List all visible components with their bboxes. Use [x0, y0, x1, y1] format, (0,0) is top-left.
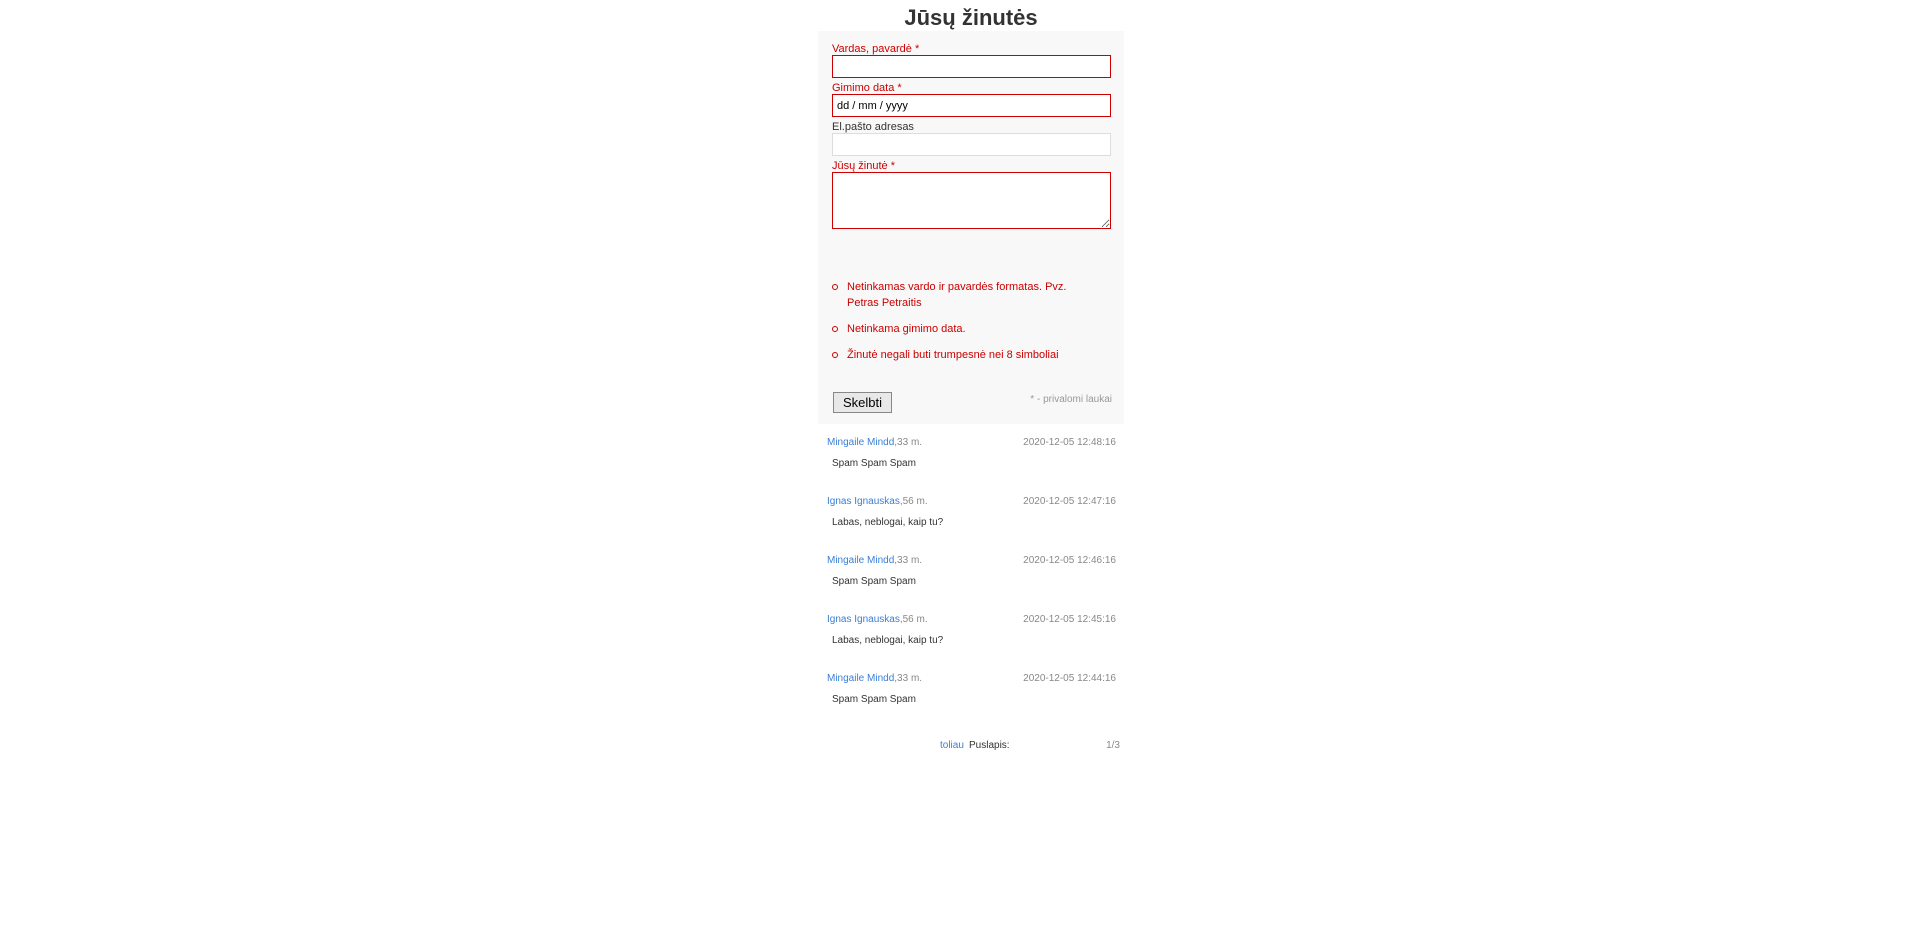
name-input[interactable] [832, 55, 1111, 78]
error-text: Žinutė negali buti trumpesnė nei 8 simbo… [847, 349, 1059, 361]
author-age: ,33 m. [894, 437, 923, 448]
birth-date-label: Gimimo data * [832, 82, 902, 94]
message-item: Ignas Ignauskas,56 m. 2020-12-05 12:45:1… [818, 613, 1124, 672]
page-number: 1/3 [1106, 740, 1120, 751]
author-name-link[interactable]: Mingaile Mindd [827, 555, 894, 566]
message-author: Ignas Ignauskas,56 m. [827, 613, 928, 627]
message-author: Mingaile Mindd,33 m. [827, 436, 922, 450]
message-date: 2020-12-05 12:44:16 [1023, 673, 1116, 684]
submit-button[interactable]: Skelbti [833, 392, 892, 413]
message-text: Spam Spam Spam [832, 458, 916, 469]
message-text: Spam Spam Spam [832, 694, 916, 705]
message-author: Ignas Ignauskas,56 m. [827, 495, 928, 509]
error-item: Netinkamas vardo ir pavardės formatas. P… [832, 279, 1092, 311]
page-title: Jūsų žinutės [904, 5, 1038, 30]
required-fields-note: * - privalomi laukai [1030, 394, 1112, 405]
message-item: Mingaile Mindd,33 m. 2020-12-05 12:46:16… [818, 554, 1124, 613]
author-age: ,56 m. [899, 614, 928, 625]
message-date: 2020-12-05 12:46:16 [1023, 555, 1116, 566]
message-item: Ignas Ignauskas,56 m. 2020-12-05 12:47:1… [818, 495, 1124, 554]
message-text: Spam Spam Spam [832, 576, 916, 587]
author-age: ,33 m. [894, 673, 923, 684]
message-author: Mingaile Mindd,33 m. [827, 554, 922, 568]
message-date: 2020-12-05 12:47:16 [1023, 496, 1116, 507]
message-date: 2020-12-05 12:45:16 [1023, 614, 1116, 625]
bullet-circle-icon [832, 284, 838, 290]
author-name-link[interactable]: Ignas Ignauskas [827, 614, 900, 625]
page-container: Jūsų žinutės Vardas, pavardė * Gimimo da… [818, 0, 1124, 753]
author-age: ,33 m. [894, 555, 923, 566]
error-item: Žinutė negali buti trumpesnė nei 8 simbo… [832, 347, 1092, 363]
error-text: Netinkamas vardo ir pavardės formatas. P… [847, 281, 1067, 309]
author-name-link[interactable]: Mingaile Mindd [827, 437, 894, 448]
bullet-circle-icon [832, 326, 838, 332]
message-label: Jūsų žinutė * [832, 160, 895, 172]
author-name-link[interactable]: Ignas Ignauskas [827, 496, 900, 507]
author-name-link[interactable]: Mingaile Mindd [827, 673, 894, 684]
message-text: Labas, neblogai, kaip tu? [832, 517, 944, 528]
message-item: Mingaile Mindd,33 m. 2020-12-05 12:48:16… [818, 436, 1124, 495]
message-textarea[interactable] [832, 172, 1111, 229]
email-label: El.pašto adresas [832, 121, 914, 133]
name-label: Vardas, pavardė * [832, 43, 920, 55]
message-date: 2020-12-05 12:48:16 [1023, 437, 1116, 448]
message-list: Mingaile Mindd,33 m. 2020-12-05 12:48:16… [818, 436, 1124, 731]
author-age: ,56 m. [899, 496, 928, 507]
page-label: Puslapis: [969, 740, 1010, 751]
message-form: Vardas, pavardė * Gimimo data * El.pašto… [818, 31, 1124, 424]
error-item: Netinkama gimimo data. [832, 321, 1092, 337]
bullet-circle-icon [832, 352, 838, 358]
error-text: Netinkama gimimo data. [847, 323, 966, 335]
message-item: Mingaile Mindd,33 m. 2020-12-05 12:44:16… [818, 672, 1124, 731]
email-input[interactable] [832, 133, 1111, 156]
message-author: Mingaile Mindd,33 m. [827, 672, 922, 686]
next-page-link[interactable]: toliau [940, 739, 964, 753]
pagination: toliau Puslapis: 1/3 [818, 739, 1124, 753]
message-text: Labas, neblogai, kaip tu? [832, 635, 944, 646]
birth-date-input[interactable] [832, 94, 1111, 117]
error-list: Netinkamas vardo ir pavardės formatas. P… [832, 279, 1092, 373]
